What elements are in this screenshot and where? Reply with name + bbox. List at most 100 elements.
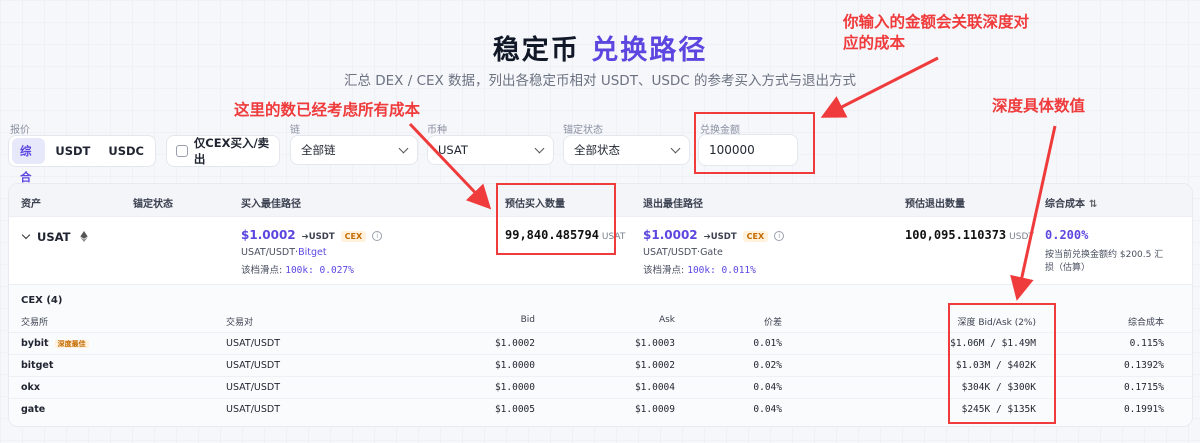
quote-option-combined[interactable]: 综合 (12, 138, 46, 184)
cex-th-exchange: 交易所 (21, 318, 49, 328)
th-buy-route: 买入最佳路径 (241, 199, 301, 210)
est-exit-unit: USDT (1009, 232, 1034, 242)
cex-th-pair: 交易对 (226, 318, 254, 328)
chevron-down-icon[interactable] (21, 230, 31, 240)
cex-exchange: okx (21, 382, 40, 393)
peg-select-value: 全部状态 (574, 143, 620, 157)
cex-spread: 0.01% (753, 338, 782, 349)
quote-segmented-control: 综合 USDT USDC (8, 135, 156, 184)
buy-slippage: 该档滑点: 100k: 0.027% (241, 262, 354, 276)
coin-select[interactable]: USAT (427, 135, 554, 165)
th-peg: 锚定状态 (133, 199, 173, 210)
buy-pair: USAT/USDT·Bitget (241, 247, 327, 258)
asset-cell[interactable]: USAT (21, 230, 88, 244)
cex-pair: USAT/USDT (226, 360, 281, 371)
cex-cost: 0.1991% (1123, 404, 1164, 415)
cex-th-cost: 综合成本 (1127, 318, 1164, 328)
cex-th-bid: Bid (520, 315, 535, 325)
th-total-cost-label: 综合成本 (1045, 199, 1085, 210)
total-cost-cell: 0.200% 按当前兑换金额约 $200.5 汇 损（估算） (1045, 228, 1163, 273)
peg-label: 锚定状态 (563, 125, 603, 136)
highlight-depth-column (948, 303, 1056, 424)
cex-pair: USAT/USDT (226, 338, 281, 349)
cex-ask: $1.0002 (634, 360, 675, 371)
buy-target: ➔USDT (301, 232, 335, 242)
exit-route-cell: $1.0002 ➔USDT CEX i (643, 228, 785, 242)
buy-price: $1.0002 (241, 228, 296, 242)
exit-target: ➔USDT (703, 232, 737, 242)
buy-slip-value: 100k: 0.027% (285, 265, 354, 276)
coin-label: 币种 (427, 125, 447, 136)
chevron-down-icon (670, 143, 681, 153)
quote-label: 报价 (10, 125, 30, 136)
annotation-amount-line-2: 应的成本 (843, 34, 906, 52)
cex-spread: 0.04% (753, 404, 782, 415)
est-exit-cell: 100,095.110373 USDT (905, 228, 1034, 242)
cost-note-line-2: 损（估算） (1045, 263, 1091, 273)
asset-name: USAT (37, 230, 71, 244)
info-icon[interactable]: i (774, 231, 785, 241)
cex-only-checkbox[interactable]: 仅CEX买入/卖出 (166, 135, 280, 167)
checkbox-icon[interactable] (176, 145, 188, 157)
cex-th-spread: 价差 (763, 318, 782, 328)
est-exit-value: 100,095.110373 (905, 228, 1007, 242)
cex-pair: USAT/USDT (226, 404, 281, 415)
cex-badge: CEX (340, 231, 367, 242)
highlight-amount-input (694, 112, 815, 174)
cex-bid: $1.0005 (494, 404, 535, 415)
ethereum-icon (79, 231, 88, 242)
buy-venue-link[interactable]: Bitget (298, 247, 326, 258)
th-exit-route: 退出最佳路径 (643, 199, 703, 210)
exit-slip-value: 100k: 0.011% (687, 265, 756, 276)
cex-spread: 0.04% (753, 382, 782, 393)
cex-section-title: CEX (4) (21, 295, 63, 306)
highlight-est-buy (496, 183, 616, 255)
cex-ask: $1.0009 (634, 404, 675, 415)
quote-option-usdc[interactable]: USDC (100, 138, 152, 164)
coin-select-value: USAT (438, 143, 468, 157)
cex-ask: $1.0004 (634, 382, 675, 393)
buy-pair-text: USAT/USDT (241, 247, 296, 258)
title-accent: 兑换路径 (591, 35, 708, 66)
cex-exchange: bitget (21, 360, 54, 371)
quote-option-usdt[interactable]: USDT (47, 138, 98, 164)
cex-spread: 0.02% (753, 360, 782, 371)
chevron-down-icon (534, 143, 545, 153)
annotation-amount-line-1: 你输入的金额会关联深度对 (843, 13, 1030, 31)
th-total-cost[interactable]: 综合成本 ⇅ (1045, 195, 1097, 210)
best-depth-badge: 深度最佳 (54, 340, 89, 348)
annotation-depth-note: 深度具体数值 (992, 97, 1086, 115)
buy-slip-label: 该档滑点: (241, 265, 283, 276)
cex-badge: CEX (742, 231, 769, 242)
cex-bid: $1.0002 (494, 338, 535, 349)
cex-bid: $1.0000 (494, 382, 535, 393)
buy-route-cell: $1.0002 ➔USDT CEX i (241, 228, 383, 242)
info-icon[interactable]: i (372, 231, 383, 241)
annotation-cost-note: 这里的数已经考虑所有成本 (234, 101, 421, 119)
exit-price: $1.0002 (643, 228, 698, 242)
sort-icon[interactable]: ⇅ (1089, 199, 1097, 210)
title-main: 稳定币 (492, 35, 592, 66)
cex-cost: 0.115% (1129, 338, 1164, 349)
cex-pair: USAT/USDT (226, 382, 281, 393)
chain-label: 链 (290, 125, 300, 136)
th-est-exit: 预估退出数量 (905, 199, 965, 210)
peg-status-select[interactable]: 全部状态 (563, 135, 690, 165)
page-subtitle: 汇总 DEX / CEX 数据，列出各稳定币相对 USDT、USDC 的参考买入… (343, 73, 857, 89)
cex-exchange: bybit 深度最佳 (21, 338, 89, 349)
cex-ask: $1.0003 (634, 338, 675, 349)
chevron-down-icon (398, 143, 409, 153)
exit-pair: USAT/USDT·Gate (643, 247, 723, 258)
cost-note-line-1: 按当前兑换金额约 $200.5 汇 (1045, 250, 1164, 260)
cex-cost: 0.1715% (1123, 382, 1164, 393)
exchange-name: bybit (21, 338, 49, 349)
cex-cost: 0.1392% (1123, 360, 1164, 371)
chain-select-value: 全部链 (301, 143, 336, 157)
cex-th-ask: Ask (658, 315, 675, 325)
cex-exchange: gate (21, 404, 46, 415)
exit-pair-text: USAT/USDT (643, 247, 698, 258)
annotation-amount-note: 你输入的金额会关联深度对 应的成本 (843, 12, 1029, 54)
chain-select[interactable]: 全部链 (290, 135, 418, 165)
exit-venue[interactable]: Gate (700, 247, 723, 258)
th-asset: 资产 (21, 199, 41, 210)
